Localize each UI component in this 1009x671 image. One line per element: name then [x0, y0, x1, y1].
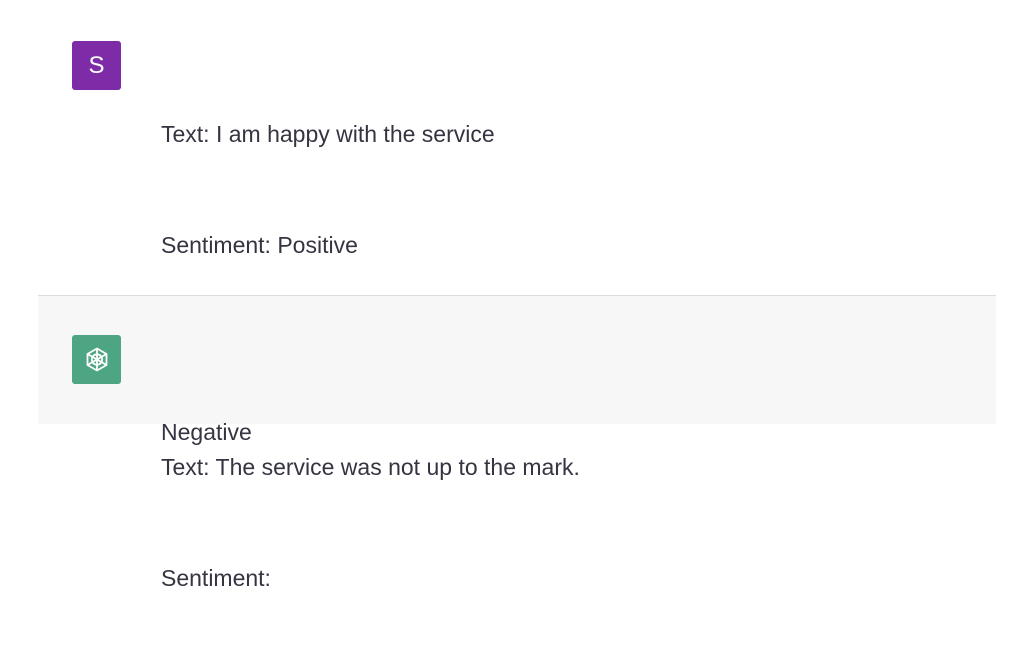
- openai-logo-icon: [86, 347, 107, 371]
- message-line: Sentiment:: [161, 565, 271, 591]
- assistant-message-row: Negative: [38, 296, 996, 445]
- assistant-avatar: [72, 335, 121, 384]
- message-line: Sentiment: Positive: [161, 232, 358, 258]
- user-avatar: S: [72, 41, 121, 90]
- message-line: Text: I am happy with the service: [161, 121, 495, 147]
- message-line: Negative: [161, 419, 252, 445]
- user-message-row: S Text: I am happy with the service Sent…: [0, 0, 1009, 591]
- assistant-message-text: Negative: [161, 340, 252, 525]
- avatar-initial: S: [88, 51, 105, 79]
